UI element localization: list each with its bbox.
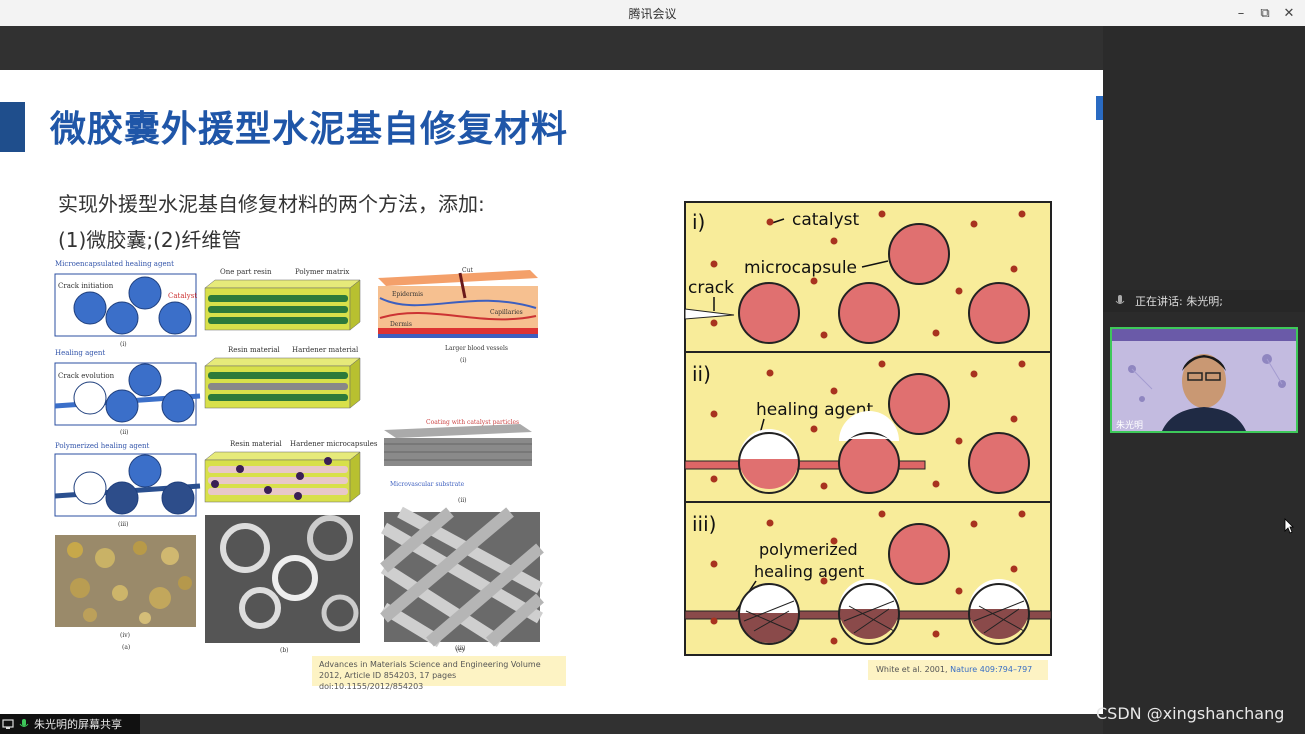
panel-iii-label: iii): [692, 512, 716, 536]
slide-intro-text: 实现外援型水泥基自修复材料的两个方法，添加:: [58, 192, 485, 216]
shared-screen-area: 微胶囊外援型水泥基自修复材料 实现外援型水泥基自修复材料的两个方法，添加: (1…: [0, 26, 1103, 734]
citation-right: White et al. 2001, Nature 409:794–797: [868, 660, 1048, 680]
microphone-icon: [19, 719, 29, 727]
speaking-label: 正在讲话: 朱光明;: [1135, 295, 1223, 308]
fig-label: (ii): [120, 429, 129, 436]
panel-a-microcapsule: Microencapsulated healing agent Crack in…: [54, 260, 201, 651]
fig-label: (iv): [120, 632, 130, 639]
self-healing-methods-figure: Microencapsulated healing agent Crack in…: [54, 260, 544, 654]
fig-label: Epidermis: [392, 291, 423, 298]
fig-label: (c): [456, 647, 465, 654]
fig-label: (iii): [118, 521, 128, 528]
panel-ii-label: ii): [692, 362, 711, 386]
citation-right-link[interactable]: Nature 409:794–797: [950, 665, 1032, 674]
window-titlebar: 腾讯会议 – ⧉ ✕: [0, 0, 1305, 27]
csdn-watermark: CSDN @xingshanchang: [1096, 704, 1285, 723]
fig-label: Catalyst: [168, 292, 197, 300]
fig-label: Hardener material: [292, 346, 359, 354]
screen-share-label: 朱光明的屏幕共享: [34, 718, 122, 731]
citation-left: Advances in Materials Science and Engine…: [312, 656, 566, 691]
fig-label: Dermis: [390, 321, 412, 328]
fig-label: Resin material: [230, 440, 283, 448]
crack-label: crack: [688, 278, 734, 298]
fig-label: Resin material: [228, 346, 281, 354]
slide-edge-accent: [1096, 96, 1103, 120]
polymerized-healing-agent-label: healing agent: [754, 562, 864, 581]
microcapsule-healing-diagram: i) catalyst microcapsule crack ii) heali…: [684, 201, 1052, 656]
fig-label: (ii): [458, 497, 467, 504]
microcapsule-label: microcapsule: [744, 258, 857, 278]
fig-label: (b): [280, 647, 289, 654]
fig-label: Polymer matrix: [295, 268, 349, 276]
slide-methods-text: (1)微胶囊;(2)纤维管: [58, 228, 242, 252]
window-title: 腾讯会议: [628, 7, 677, 21]
fig-label: Microencapsulated healing agent: [55, 260, 174, 268]
panel-i-label: i): [692, 210, 705, 234]
fig-label: Microvascular substrate: [390, 481, 465, 488]
catalyst-label: catalyst: [792, 210, 859, 230]
fig-label: Capillaries: [490, 309, 523, 316]
slide-title: 微胶囊外援型水泥基自修复材料: [50, 109, 569, 150]
minimize-button[interactable]: –: [1231, 3, 1251, 23]
close-button[interactable]: ✕: [1279, 3, 1299, 23]
presentation-slide: 微胶囊外援型水泥基自修复材料 实现外援型水泥基自修复材料的两个方法，添加: (1…: [0, 70, 1103, 714]
fig-label: Cut: [462, 267, 473, 274]
screen-share-icon: [2, 719, 14, 729]
fig-label: (i): [460, 357, 467, 364]
fig-label: One part resin: [220, 268, 272, 276]
participant-video: [1112, 329, 1296, 431]
speaking-indicator: 正在讲话: 朱光明;: [1103, 290, 1305, 312]
fig-label: Larger blood vessels: [445, 345, 508, 352]
fig-label: Polymerized healing agent: [55, 442, 150, 450]
panel-b-hollow-fiber: One part resin Polymer matrix Resin mate…: [204, 268, 378, 654]
participant-name: 朱光明: [1116, 421, 1144, 431]
restore-button[interactable]: ⧉: [1255, 3, 1275, 23]
panel-c-microvascular: Cut Epidermis Capillaries Dermis Larger …: [378, 267, 544, 652]
fig-label: Healing agent: [55, 349, 105, 357]
fig-label: (a): [122, 644, 130, 651]
mouse-cursor-icon: [1284, 518, 1294, 534]
fig-label: Crack evolution: [58, 372, 115, 380]
screen-share-bar[interactable]: 朱光明的屏幕共享: [0, 714, 140, 734]
fig-label: (i): [120, 341, 127, 348]
title-accent-block: [0, 102, 25, 152]
fig-label: Crack initiation: [58, 282, 114, 290]
microphone-icon: [1115, 295, 1125, 304]
citation-right-text: White et al. 2001,: [876, 665, 948, 674]
fig-label: Hardener microcapsules: [290, 440, 378, 448]
polymerized-label: polymerized: [759, 540, 858, 559]
